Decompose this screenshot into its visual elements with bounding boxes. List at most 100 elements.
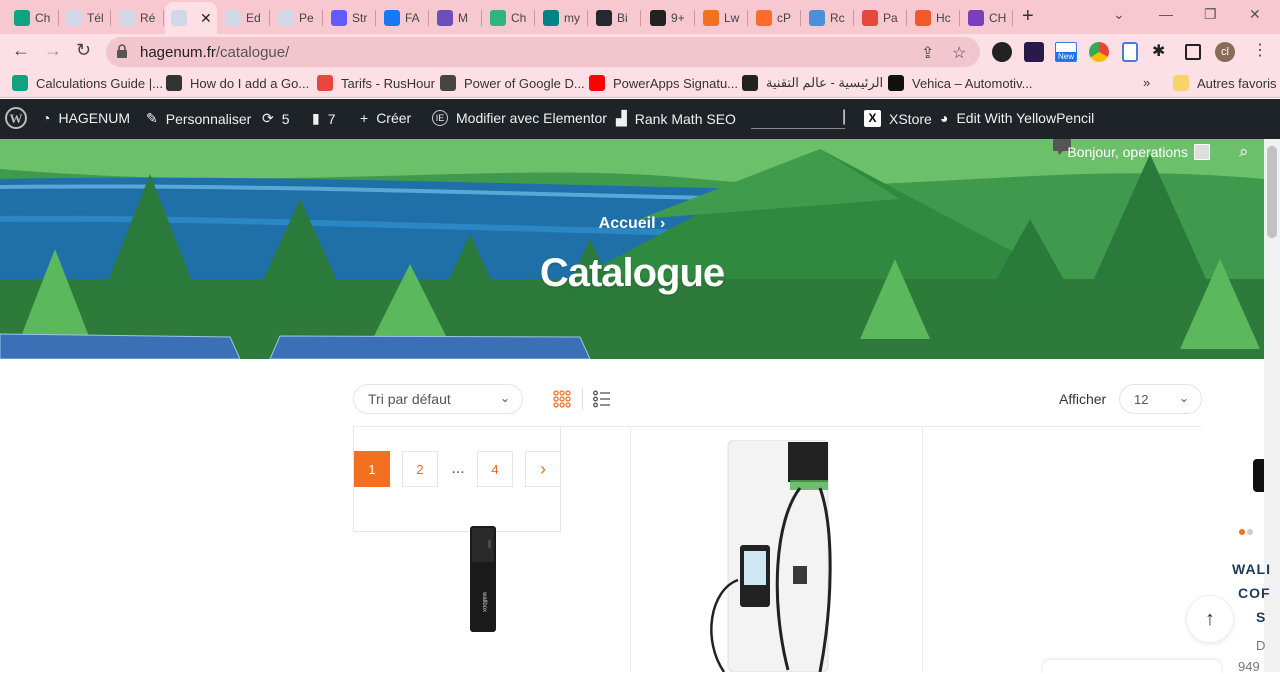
bookmark-item[interactable]: How do I add a Go... <box>166 75 309 91</box>
sort-select[interactable]: Tri par défaut ⌄ <box>353 384 523 414</box>
page-scrollbar-thumb[interactable] <box>1267 146 1277 238</box>
browser-tab[interactable]: FA <box>378 4 429 32</box>
address-bar[interactable]: hagenum.fr/catalogue/ ⇪ ☆ <box>106 37 980 67</box>
wp-updates[interactable]: ⟳ 5 <box>262 110 290 127</box>
tab-separator <box>481 10 482 26</box>
browser-tab[interactable]: Rc <box>803 4 854 32</box>
browser-tab[interactable]: Str <box>325 4 376 32</box>
bookmark-item[interactable]: Calculations Guide |... <box>12 75 163 91</box>
wordpress-logo-icon[interactable]: W <box>5 107 27 129</box>
extension-color-icon[interactable] <box>1089 42 1109 62</box>
bookmark-favicon-icon <box>166 75 182 91</box>
tab-label: Bi <box>617 11 628 25</box>
profile-avatar[interactable]: cl <box>1215 42 1235 62</box>
xstore-icon: X <box>864 110 881 127</box>
wp-yellowpencil[interactable]: ◕ Edit With YellowPencil <box>940 110 1094 126</box>
star-icon[interactable]: ☆ <box>952 43 966 63</box>
browser-tab[interactable]: CH <box>962 4 1013 32</box>
bookmarks-overflow-button[interactable]: » <box>1143 75 1150 90</box>
side-product-title-line[interactable]: COF <box>1238 585 1271 601</box>
bookmark-item[interactable]: PowerApps Signatu... <box>589 75 738 91</box>
tab-label: cP <box>777 11 792 25</box>
browser-tab[interactable]: Ch <box>8 4 59 32</box>
wp-elementor[interactable]: IE Modifier avec Elementor <box>432 110 607 126</box>
grid-view-icon[interactable] <box>553 390 571 408</box>
carousel-dots[interactable] <box>1238 528 1260 536</box>
side-panel-icon[interactable] <box>1185 44 1201 60</box>
browser-tab[interactable]: Lw <box>697 4 748 32</box>
bookmark-item[interactable]: Vehica – Automotiv... <box>888 75 1032 91</box>
per-page-select[interactable]: 12 ⌄ <box>1119 384 1202 414</box>
browser-tab[interactable]: Pa <box>856 4 907 32</box>
browser-tab[interactable]: Tél <box>60 4 111 32</box>
side-product-title-line[interactable]: S <box>1256 609 1266 625</box>
user-greeting[interactable]: Bonjour, operations <box>1067 144 1210 160</box>
side-product-title-line[interactable]: WALI <box>1232 561 1271 577</box>
tab-separator <box>640 10 641 26</box>
lock-icon <box>117 44 127 58</box>
extension-new-icon[interactable]: New <box>1055 42 1077 62</box>
tab-separator <box>694 10 695 26</box>
browser-tab[interactable]: Ré <box>113 4 164 32</box>
page-link-2[interactable]: 2 <box>402 451 438 487</box>
reload-icon[interactable]: ↻ <box>76 40 91 61</box>
next-page-button[interactable]: › <box>525 451 561 487</box>
minimize-button[interactable]: — <box>1159 6 1173 22</box>
bookmark-item[interactable]: الرئيسية - عالم التقنية <box>742 75 883 91</box>
page-link-4[interactable]: 4 <box>477 451 513 487</box>
browser-tab[interactable]: Ed <box>219 4 270 32</box>
extension-k-icon[interactable] <box>992 42 1012 62</box>
restore-button[interactable]: ❐ <box>1204 6 1217 23</box>
close-icon[interactable]: ✕ <box>200 10 212 27</box>
extension-calendar-icon[interactable] <box>1024 42 1044 62</box>
new-tab-button[interactable]: + <box>1022 5 1034 28</box>
other-bookmarks-folder[interactable]: Autres favoris <box>1173 75 1276 91</box>
forward-arrow-icon[interactable]: → <box>44 40 62 61</box>
list-view-icon[interactable] <box>593 390 611 408</box>
browser-tab[interactable]: Hc <box>909 4 960 32</box>
menu-dots-icon[interactable]: ⋮ <box>1252 40 1268 60</box>
bookmark-item[interactable]: Power of Google D... <box>440 75 585 91</box>
bookmark-item[interactable]: Tarifs - RusHour <box>317 75 435 91</box>
tab-search-chevron-icon[interactable]: ⌄ <box>1113 6 1125 23</box>
bookmark-label: الرئيسية - عالم التقنية <box>766 75 884 90</box>
product-image-dc-charger[interactable] <box>700 440 835 672</box>
wp-search-field[interactable] <box>751 128 845 129</box>
navigation-bar: ← → ↻ hagenum.fr/catalogue/ ⇪ ☆ New ✱ cl… <box>0 34 1280 70</box>
browser-tab[interactable]: M <box>431 4 482 32</box>
chevron-down-icon: ⌄ <box>1178 391 1189 405</box>
puzzle-icon[interactable]: ✱ <box>1152 41 1172 61</box>
tab-favicon-icon <box>809 10 825 26</box>
back-arrow-icon[interactable]: ← <box>12 40 30 61</box>
product-image-wallbox[interactable]: wallbox <box>468 524 500 634</box>
pagination: 1 2 ... 4 › <box>353 427 561 532</box>
bookmark-favicon-icon <box>589 75 605 91</box>
sort-select-value: Tri par défaut <box>368 391 451 407</box>
browser-tab[interactable]: ✕ <box>165 2 217 34</box>
wp-comments[interactable]: ▮ 7 <box>312 110 336 127</box>
page-link-1[interactable]: 1 <box>354 451 390 487</box>
close-window-button[interactable]: ✕ <box>1249 6 1261 23</box>
tab-separator <box>800 10 801 26</box>
tab-separator <box>110 10 111 26</box>
extension-doc-icon[interactable] <box>1122 42 1138 62</box>
tab-separator <box>375 10 376 26</box>
wp-customize[interactable]: ✎ Personnaliser <box>146 110 251 127</box>
wp-site-name[interactable]: ◔ HAGENUM <box>42 110 130 126</box>
breadcrumb-home-link[interactable]: Accueil <box>599 215 656 232</box>
browser-tab[interactable]: Bi <box>590 4 641 32</box>
share-icon[interactable]: ⇪ <box>921 43 934 63</box>
breadcrumb[interactable]: Accueil › <box>0 215 1264 233</box>
wp-xstore[interactable]: X XStore <box>864 110 932 127</box>
browser-tab[interactable]: 9+ <box>644 4 695 32</box>
search-icon[interactable]: ⌕ <box>1239 142 1249 162</box>
side-drawer-tab[interactable] <box>1253 459 1264 492</box>
browser-tab[interactable]: Ch <box>484 4 535 32</box>
wp-new[interactable]: + Créer <box>360 110 411 126</box>
browser-tab[interactable]: Pe <box>272 4 323 32</box>
hero-landscape-image <box>0 139 1264 359</box>
browser-tab[interactable]: cP <box>750 4 801 32</box>
arrow-up-icon[interactable]: ↑ <box>1187 596 1233 642</box>
browser-tab[interactable]: my <box>537 4 588 32</box>
wp-rankmath[interactable]: ▟ Rank Math SEO <box>616 110 736 127</box>
